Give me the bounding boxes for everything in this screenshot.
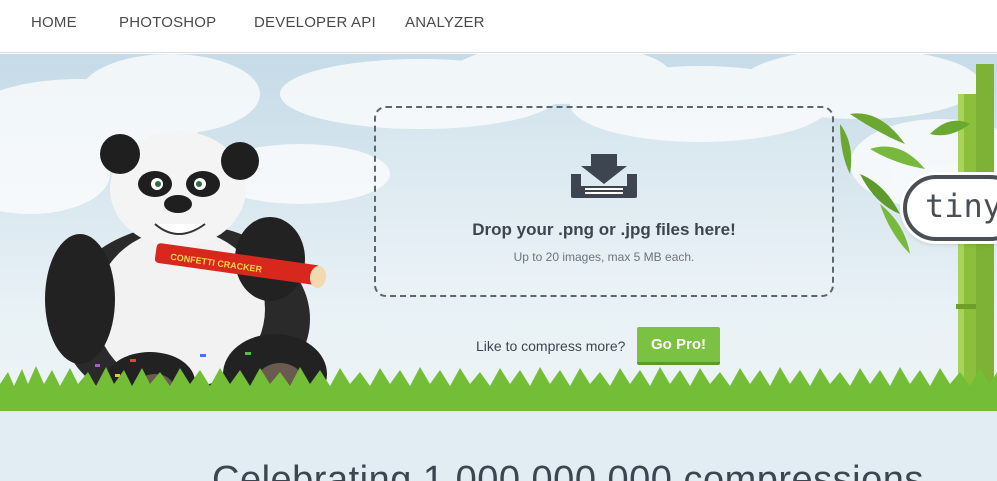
go-pro-button[interactable]: Go Pro! [637, 327, 720, 365]
nav-home-link[interactable]: HOME [31, 14, 77, 31]
file-drop-zone[interactable]: Drop your .png or .jpg files here! Up to… [374, 106, 834, 297]
top-nav: HOME PHOTOSHOP DEVELOPER API ANALYZER [0, 0, 997, 53]
logo-text: tiny [925, 187, 997, 225]
nav-analyzer-link[interactable]: ANALYZER [405, 14, 485, 31]
celebration-heading: Celebrating 1,000,000,000 compressions [212, 459, 924, 481]
tiny-logo-badge: tiny [903, 175, 997, 241]
celebration-banner: Celebrating 1,000,000,000 compressions [0, 411, 997, 481]
hero-section: CONFETTI CRACKER Drop your .png or .jpg … [0, 54, 997, 411]
drop-zone-subtitle: Up to 20 images, max 5 MB each. [513, 250, 695, 264]
compress-more-label: Like to compress more? [476, 338, 626, 354]
nav-photoshop-link[interactable]: PHOTOSHOP [119, 14, 216, 31]
nav-developer-api-link[interactable]: DEVELOPER API [254, 14, 376, 31]
drop-zone-title: Drop your .png or .jpg files here! [472, 220, 736, 239]
download-tray-icon [571, 154, 637, 198]
